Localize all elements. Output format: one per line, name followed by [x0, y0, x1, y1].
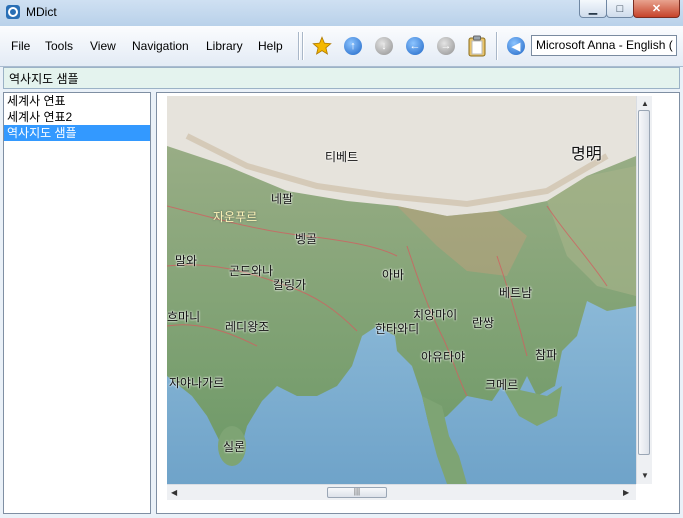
forward-button[interactable]: → — [436, 36, 456, 56]
scroll-left-arrow-icon[interactable]: ◀ — [171, 488, 177, 497]
menu-navigation[interactable]: Navigation — [132, 39, 189, 53]
map-label-jaunpur: 자운푸르 — [213, 210, 258, 224]
map-label-vietnam: 베트남 — [499, 286, 533, 300]
speak-button[interactable]: ◀ — [506, 36, 526, 56]
arrow-up-icon: ↑ — [344, 37, 362, 55]
map-label-gondwana: 곤드와나 — [229, 264, 274, 278]
map-label-reddi: 레디왕조 — [225, 320, 270, 334]
map-label-vijayanagara: 자야나가르 — [169, 376, 225, 390]
map-label-nepal: 네팔 — [271, 192, 294, 206]
vertical-scroll-thumb[interactable] — [638, 110, 650, 455]
headword-bar: 역사지도 샘플 — [3, 67, 680, 89]
list-item[interactable]: 세계사 연표 — [4, 93, 150, 109]
scroll-up-arrow-icon[interactable]: ▲ — [641, 99, 649, 108]
map-label-bahmani: 흐마니 — [167, 310, 201, 324]
list-item-selected[interactable]: 역사지도 샘플 — [4, 125, 150, 141]
next-entry-button[interactable]: ↓ — [374, 36, 394, 56]
back-button[interactable]: ← — [405, 36, 425, 56]
scroll-right-arrow-icon[interactable]: ▶ — [623, 488, 629, 497]
map-label-tibet: 티베트 — [325, 150, 359, 164]
map-label-ming: 명明 — [571, 146, 602, 163]
vertical-scrollbar[interactable]: ▲ ▼ — [636, 96, 652, 484]
historical-map: 티베트 명明 네팔 자운푸르 벵골 말와 곤드와나 칼링가 아바 베트남 흐마니… — [167, 96, 636, 484]
toolbar-separator — [302, 32, 304, 60]
menu-help[interactable]: Help — [258, 39, 283, 53]
map-label-champa: 참파 — [535, 348, 558, 362]
clipboard-icon — [468, 35, 486, 57]
maximize-button[interactable]: □ — [606, 0, 634, 18]
favorite-button[interactable] — [312, 36, 332, 56]
map-label-chiangmai: 치앙마이 — [413, 308, 458, 322]
arrow-down-icon: ↓ — [375, 37, 393, 55]
map-label-malwa: 말와 — [175, 254, 198, 268]
menu-file[interactable]: File — [11, 39, 30, 53]
speaker-icon: ◀ — [507, 37, 525, 55]
arrow-right-icon: → — [437, 37, 455, 55]
list-item[interactable]: 세계사 연표2 — [4, 109, 150, 125]
scroll-down-arrow-icon[interactable]: ▼ — [641, 471, 649, 480]
horizontal-scroll-thumb[interactable]: ||| — [327, 487, 387, 498]
map-label-ceylon: 실론 — [223, 440, 246, 454]
menu-library[interactable]: Library — [206, 39, 243, 53]
index-list[interactable]: 세계사 연표 세계사 연표2 역사지도 샘플 — [3, 92, 151, 514]
map-label-khmer: 크메르 — [485, 378, 519, 392]
voice-select[interactable]: Microsoft Anna - English ( — [531, 35, 677, 56]
mdict-app-icon — [6, 5, 20, 19]
horizontal-scrollbar[interactable]: ◀ ||| ▶ — [167, 484, 636, 500]
map-label-kalinga: 칼링가 — [273, 278, 307, 292]
arrow-left-icon: ← — [406, 37, 424, 55]
map-label-ava: 아바 — [382, 268, 405, 282]
toolbar-separator — [298, 32, 300, 60]
menu-tools[interactable]: Tools — [45, 39, 73, 53]
close-button[interactable]: ✕ — [633, 0, 680, 18]
menu-view[interactable]: View — [90, 39, 116, 53]
map-label-bengal: 벵골 — [295, 232, 318, 246]
title-bar: MDict ▁ □ ✕ — [0, 0, 683, 26]
map-label-lanxang: 란쌍 — [472, 316, 495, 330]
star-icon — [312, 36, 332, 55]
window-title: MDict — [26, 5, 57, 19]
map-label-ayutthaya: 아유타야 — [421, 350, 466, 364]
toolbar-separator — [496, 32, 498, 60]
minimize-button[interactable]: ▁ — [579, 0, 607, 18]
clipboard-button[interactable] — [467, 35, 487, 57]
prev-entry-button[interactable]: ↑ — [343, 36, 363, 56]
map-image — [167, 96, 636, 484]
